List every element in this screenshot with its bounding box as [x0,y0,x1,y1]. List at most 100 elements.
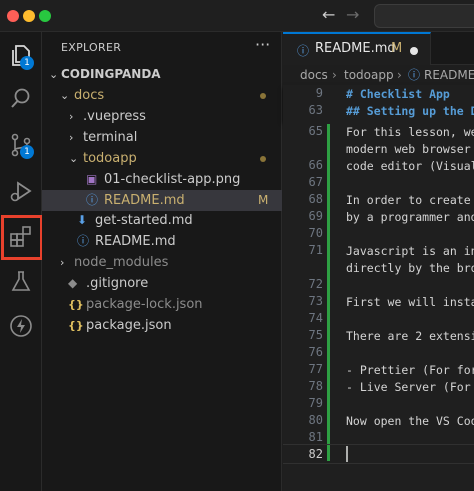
extensions-activity-button[interactable] [0,215,43,260]
source-control-activity-button[interactable]: 1 [0,124,42,166]
thunder-client-activity-button[interactable] [0,305,42,347]
tree-item-label: .gitignore [86,276,149,291]
line-number: 71 [308,243,323,257]
editor-tabs: ⓘ README.md M [283,32,474,65]
line-number: 65 [308,124,323,138]
chevron-right-icon: › [69,131,74,144]
project-root[interactable]: ⌄ CODINGPANDA [42,64,282,85]
line-number: 9 [315,86,323,100]
code-line[interactable]: modern web browser [346,142,471,156]
breadcrumb-readme[interactable]: README.m [424,65,474,85]
code-editor[interactable]: 65 For this lesson, we modern web browser 6… [283,121,474,491]
line-number: 66 [308,158,323,172]
sticky-heading[interactable]: ## Setting up the D [346,104,474,118]
more-actions-icon[interactable]: ··· [255,35,270,54]
modified-dot-icon [260,93,266,99]
tree-item-label: .vuepress [83,109,146,124]
tree-item[interactable]: {} package-lock.json [42,294,282,315]
tree-item[interactable]: › node_modules [42,252,282,273]
tab-label: README.md [315,41,396,56]
code-line[interactable]: - Prettier (For for [346,363,474,377]
current-line-highlight [283,444,474,464]
tree-item[interactable]: ⓘ README.md M [42,190,282,211]
tree-item[interactable]: ⬇ get-started.md [42,210,282,231]
tree-item[interactable]: {} package.json [42,315,282,336]
code-line[interactable]: by a programmer and [346,210,474,224]
back-arrow-icon[interactable]: ← [322,5,335,25]
sticky-scroll: 9 # Checklist App 63 ## Setting up the D [283,85,474,121]
tree-item-label: package.json [86,318,172,333]
info-icon: ⓘ [77,234,90,248]
tree-item[interactable]: ⌄ todoapp [42,148,282,169]
highlight-box [1,215,43,260]
tree-item-label: 01-checklist-app.png [104,172,241,187]
sticky-heading[interactable]: # Checklist App [346,87,450,101]
code-line[interactable]: In order to create [346,193,471,207]
breadcrumb-separator-icon: › [332,68,337,82]
code-line[interactable]: First we will insta [346,295,474,309]
project-root-label: CODINGPANDA [61,67,161,81]
line-number: 72 [308,277,323,291]
run-debug-activity-button[interactable] [0,170,42,212]
info-icon: ⓘ [408,68,421,82]
tree-item-label: docs [74,88,105,103]
tree-item[interactable]: › terminal [42,127,282,148]
line-number: 63 [308,103,323,117]
explorer-sidebar: EXPLORER ··· ⌄ CODINGPANDA ⌄ docs › .vuepre… [42,32,282,491]
info-icon: ⓘ [86,193,99,207]
breadcrumb-todoapp[interactable]: todoapp [344,65,394,85]
download-icon: ⬇ [77,213,88,227]
search-icon [11,88,30,108]
tree-item-label: get-started.md [95,213,193,228]
code-line[interactable]: - Live Server (For [346,380,471,394]
close-window-button[interactable] [7,10,19,22]
activity-bar: 1 1 [0,32,43,491]
chevron-right-icon: › [60,256,65,269]
command-center-search[interactable] [374,4,474,28]
flask-icon [11,271,31,291]
forward-arrow-icon[interactable]: → [346,5,359,25]
code-line[interactable]: There are 2 extensi [346,329,474,343]
run-debug-icon [10,181,32,202]
line-number: 81 [308,430,323,444]
chevron-down-icon: ⌄ [69,152,79,165]
unsaved-dot-icon[interactable] [410,47,418,55]
chevron-down-icon: ⌄ [49,68,59,81]
explorer-badge: 1 [20,56,34,70]
line-number: 80 [308,413,323,427]
code-line[interactable]: directly by the bro [346,261,474,275]
breadcrumb-docs[interactable]: docs [300,65,328,85]
line-number: 70 [308,226,323,240]
chevron-right-icon: › [69,110,74,123]
tree-item-label: todoapp [83,151,137,166]
lightning-icon [10,315,32,337]
tree-item[interactable]: › .vuepress [42,106,282,127]
chevron-down-icon: ⌄ [60,89,70,102]
tree-item[interactable]: ⓘ README.md [42,231,282,252]
explorer-activity-button[interactable]: 1 [0,35,42,77]
code-line[interactable]: code editor (Visual [346,159,474,173]
line-number: 67 [308,175,323,189]
maximize-window-button[interactable] [39,10,51,22]
code-line[interactable]: Javascript is an in [346,244,474,258]
tab-readme[interactable]: ⓘ README.md M [283,32,431,65]
line-number: 69 [308,209,323,223]
json-icon: {} [68,298,84,311]
minimize-window-button[interactable] [23,10,35,22]
line-number: 78 [308,379,323,393]
tree-item[interactable]: ⌄ docs [42,85,282,106]
line-number: 79 [308,396,323,410]
tree-item[interactable]: ▣ 01-checklist-app.png [42,169,282,190]
code-line[interactable]: For this lesson, we [346,125,474,139]
breadcrumb: docs › todoapp › ⓘ README.m [283,65,474,85]
breadcrumb-separator-icon: › [397,68,402,82]
tree-item-label: package-lock.json [86,297,203,312]
code-line[interactable]: Now open the VS Coo [346,414,474,428]
testing-activity-button[interactable] [0,261,42,303]
json-icon: {} [68,319,84,332]
tree-item[interactable]: ◆ .gitignore [42,273,282,294]
tree-item-label: terminal [83,130,138,145]
title-bar: ← → [0,0,474,32]
search-activity-button[interactable] [0,78,42,120]
tree-item-label: node_modules [74,255,169,270]
